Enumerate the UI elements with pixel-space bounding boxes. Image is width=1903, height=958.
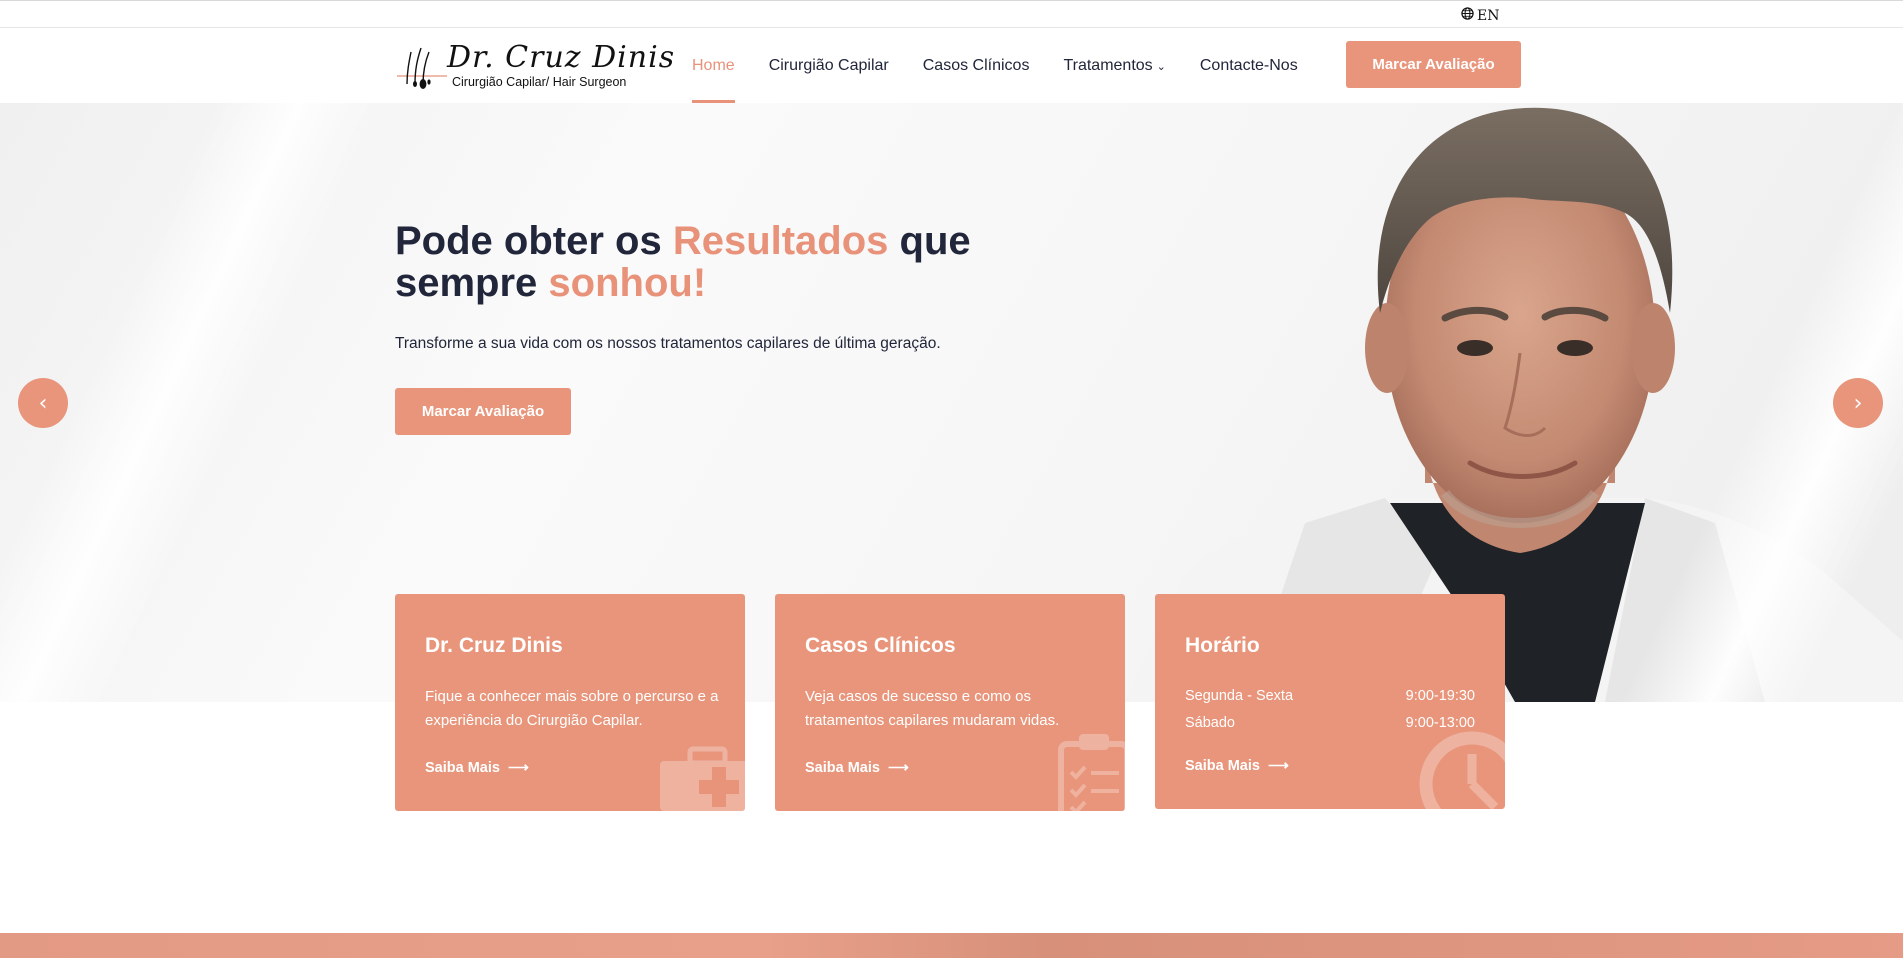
nav-item-contacte-nos[interactable]: Contacte-Nos — [1200, 29, 1298, 103]
logo-subtitle: Cirurgião Capilar/ Hair Surgeon — [452, 75, 627, 89]
clock-icon — [1419, 731, 1505, 809]
hair-follicle-icon — [397, 47, 447, 89]
chevron-left-icon: ‹ — [38, 390, 48, 416]
arrow-right-icon: ⟶ — [887, 760, 909, 776]
hours-row: Segunda - Sexta 9:00-19:30 — [1185, 687, 1475, 704]
card-doctor: Dr. Cruz Dinis Fique a conhecer mais sob… — [395, 594, 745, 811]
book-evaluation-button[interactable]: Marcar Avaliação — [1346, 41, 1521, 88]
nav-item-home[interactable]: Home — [692, 29, 735, 103]
medical-kit-icon — [660, 746, 745, 811]
language-switch[interactable]: EN — [1461, 7, 1499, 24]
hero-book-evaluation-button[interactable]: Marcar Avaliação — [395, 388, 571, 435]
nav-item-casos-clinicos[interactable]: Casos Clínicos — [923, 29, 1030, 103]
card-schedule: Horário Segunda - Sexta 9:00-19:30 Sábado… — [1155, 594, 1505, 809]
nav-item-cirurgiao-capilar[interactable]: Cirurgião Capilar — [769, 29, 889, 103]
slider-next-button[interactable]: › — [1833, 378, 1883, 428]
site-header: Dr. Cruz Dinis Cirurgião Capilar/ Hair S… — [0, 29, 1903, 103]
logo[interactable]: Dr. Cruz Dinis Cirurgião Capilar/ Hair S… — [395, 40, 674, 94]
card-link-saiba-mais[interactable]: Saiba Mais ⟶ — [425, 760, 529, 776]
chevron-down-icon: ⌄ — [1156, 60, 1166, 73]
card-title: Casos Clínicos — [805, 634, 956, 657]
arrow-right-icon: ⟶ — [1267, 758, 1289, 774]
globe-icon — [1461, 7, 1474, 24]
card-link-saiba-mais[interactable]: Saiba Mais ⟶ — [1185, 758, 1289, 774]
next-section-banner — [0, 933, 1903, 958]
slider-prev-button[interactable]: ‹ — [18, 378, 68, 428]
card-title: Dr. Cruz Dinis — [425, 634, 563, 657]
nav-item-tratamentos[interactable]: Tratamentos ⌄ — [1063, 29, 1165, 103]
card-text: Fique a conhecer mais sobre o percurso e… — [425, 688, 719, 729]
opening-hours: Segunda - Sexta 9:00-19:30 Sábado 9:00-13:… — [1185, 682, 1475, 736]
top-bar: EN — [0, 0, 1903, 28]
card-link-saiba-mais[interactable]: Saiba Mais ⟶ — [805, 760, 909, 776]
card-clinical-cases: Casos Clínicos Veja casos de sucesso e c… — [775, 594, 1125, 811]
clipboard-icon — [1058, 734, 1125, 811]
hero-title: Pode obter os Resultados que sempre sonh… — [395, 219, 971, 305]
arrow-right-icon: ⟶ — [507, 760, 529, 776]
hero-subtitle: Transforme a sua vida com os nossos trat… — [395, 335, 941, 352]
language-label: EN — [1477, 7, 1500, 24]
card-text: Veja casos de sucesso e como os tratamen… — [805, 688, 1060, 729]
main-nav: Home Cirurgião Capilar Casos Clínicos Tr… — [692, 29, 1332, 103]
chevron-right-icon: › — [1853, 390, 1863, 416]
card-title: Horário — [1185, 634, 1260, 657]
logo-script: Dr. Cruz Dinis — [447, 40, 676, 75]
